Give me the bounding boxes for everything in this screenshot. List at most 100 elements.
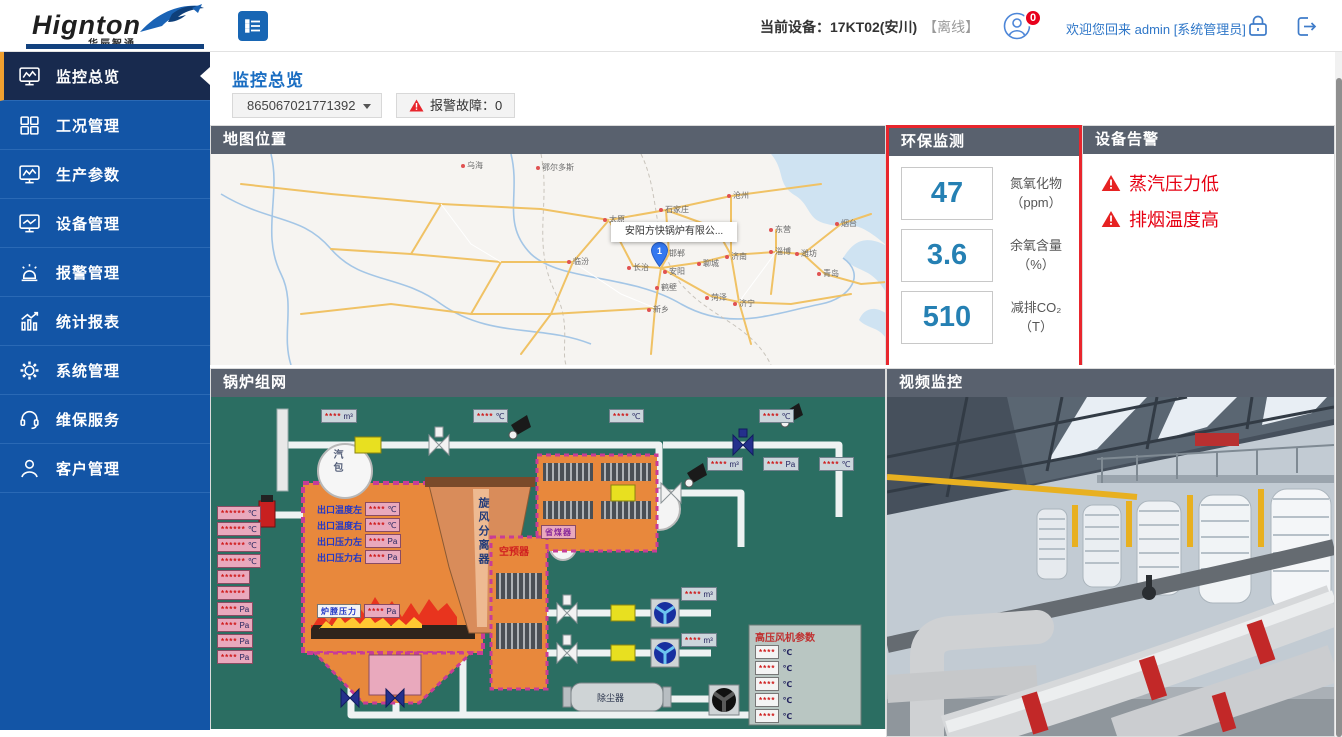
map-marker-tooltip[interactable]: 安阳方快锅炉有限公... [611, 222, 737, 242]
alarm-siren-icon [18, 261, 41, 284]
lock-button[interactable] [1244, 13, 1272, 41]
sidebar-item-label: 工况管理 [56, 115, 120, 136]
map-city: 淄博 [769, 246, 791, 257]
boiler-cyclone-label: 旋风分离器 [475, 497, 491, 567]
boiler-scada-diagram[interactable]: 汽包 旋风分离器 省煤器 空预器 除尘器 ****m³ ****℃ ****℃ … [211, 397, 885, 729]
toolbar: 865067021771392 报警故障：0 [232, 93, 515, 118]
gear-icon [18, 359, 41, 382]
city-dot-icon [769, 228, 773, 232]
metric-co2: 510 减排CO₂（T） [901, 291, 1071, 344]
map-panel: 地图位置 [210, 125, 886, 365]
alarm-fault-badge[interactable]: 报警故障：0 [396, 93, 515, 118]
alert-text: 蒸汽压力低 [1129, 170, 1219, 196]
notification-area[interactable]: 0 [1002, 11, 1050, 41]
metric-value: 510 [901, 291, 993, 344]
city-dot-icon [795, 252, 799, 256]
map-city: 沧州 [727, 190, 749, 201]
sidebar-item-monitor-overview[interactable]: 监控总览 [0, 52, 210, 101]
sidebar-item-label: 监控总览 [56, 66, 120, 87]
user-role: [系统管理员] [1174, 22, 1246, 37]
boiler-instrument-chip: ****℃ [759, 409, 794, 423]
metric-label: 余氧含量（%） [1001, 236, 1071, 274]
boiler-instrument-chip: ****m³ [681, 587, 717, 601]
environment-metrics: 47 氮氧化物（ppm） 3.6 余氧含量（%） 510 减排CO₂（T） [889, 156, 1079, 390]
warning-triangle-icon [1101, 174, 1121, 192]
app-window: Hignton 华辰智通 当前设备：17KT02(安川)【离线】 0 [0, 0, 1342, 737]
device-select-value: 865067021771392 [247, 98, 355, 113]
notification-count-badge: 0 [1024, 9, 1042, 27]
current-device-info: 当前设备：17KT02(安川)【离线】 [760, 17, 979, 37]
brand-logo: Hignton 华辰智通 [26, 2, 208, 49]
sidebar-toggle-button[interactable] [238, 11, 268, 41]
city-dot-icon [659, 208, 663, 212]
map-city: 济宁 [733, 298, 755, 309]
map-pin-icon: 1 [651, 242, 668, 267]
metric-value: 3.6 [901, 229, 993, 282]
sidebar-item-label: 系统管理 [56, 360, 120, 381]
alert-text: 排烟温度高 [1129, 206, 1219, 232]
sidebar-item-production-params[interactable]: 生产参数 [0, 150, 210, 199]
svg-text:1: 1 [657, 246, 662, 256]
sidebar-item-condition-management[interactable]: 工况管理 [0, 101, 210, 150]
map-panel-title: 地图位置 [211, 126, 885, 154]
username[interactable]: admin [1135, 22, 1170, 37]
map-city: 聊城 [697, 258, 719, 269]
map-canvas[interactable]: 乌海 鄂尔多斯 太原 临汾 长治 石家庄 沧州 德州 济南 聊城 邯郸 安阳 鹤… [211, 154, 885, 365]
city-dot-icon [647, 308, 651, 312]
current-device-label: 当前设备：17KT02(安川) [760, 19, 917, 35]
hamburger-list-icon [244, 17, 262, 35]
city-dot-icon [697, 262, 701, 266]
top-bar: Hignton 华辰智通 当前设备：17KT02(安川)【离线】 0 [0, 0, 1342, 52]
boiler-instrument-chip: ****m³ [707, 457, 743, 471]
sidebar-item-label: 生产参数 [56, 164, 120, 185]
map-city: 东营 [769, 224, 791, 235]
welcome-text: 欢迎您回来 admin [系统管理员] [1066, 19, 1246, 38]
alarm-fault-text: 报警故障：0 [430, 94, 502, 117]
scrollbar-thumb[interactable] [1336, 78, 1342, 737]
boiler-instrument-chip: ****℃ [609, 409, 644, 423]
city-dot-icon [705, 296, 709, 300]
city-dot-icon [733, 302, 737, 306]
boiler-fan-parameter-panel: 高压风机参数 ****℃ ****℃ ****℃ ****℃ ****℃ [755, 629, 857, 724]
grid-icon [18, 114, 41, 137]
city-dot-icon [627, 266, 631, 270]
sidebar-item-customer-management[interactable]: 客户管理 [0, 444, 210, 493]
vertical-scrollbar[interactable] [1335, 52, 1342, 737]
page-title: 监控总览 [232, 66, 304, 91]
welcome-label: 欢迎您回来 [1066, 22, 1131, 37]
map-pin[interactable]: 1 [651, 242, 668, 272]
city-dot-icon [567, 260, 571, 264]
bar-chart-icon [18, 310, 41, 333]
map-city: 乌海 [461, 160, 483, 171]
map-city: 临汾 [567, 256, 589, 267]
alert-item[interactable]: 蒸汽压力低 [1101, 170, 1219, 196]
boiler-economizer-label: 省煤器 [541, 525, 576, 539]
boiler-drum-label: 汽包 [329, 449, 361, 478]
boiler-furnace-readouts: 出口温度左****℃ 出口温度右****℃ 出口压力左****Pa 出口压力右*… [317, 501, 401, 565]
boiler-dust-collector-label: 除尘器 [597, 691, 624, 704]
sidebar-item-label: 统计报表 [56, 311, 120, 332]
headset-icon [18, 408, 41, 431]
chevron-down-icon [363, 104, 371, 109]
sidebar-item-statistics-report[interactable]: 统计报表 [0, 297, 210, 346]
sidebar-item-device-management[interactable]: 设备管理 [0, 199, 210, 248]
sidebar-item-system-management[interactable]: 系统管理 [0, 346, 210, 395]
logo-swoosh-icon [132, 2, 206, 36]
warning-triangle-icon [1101, 210, 1121, 228]
alert-item[interactable]: 排烟温度高 [1101, 206, 1219, 232]
boiler-network-panel: 锅炉组网 [210, 368, 886, 729]
monitor-chart-icon [18, 163, 41, 186]
boiler-instrument-chip: ****℃ [819, 457, 854, 471]
device-select[interactable]: 865067021771392 [232, 93, 382, 118]
video-feed[interactable] [887, 397, 1334, 736]
city-dot-icon [603, 218, 607, 222]
logout-icon [1293, 13, 1320, 40]
factory-photo-graphics [887, 397, 1334, 736]
monitor-chart-icon [18, 65, 41, 88]
main-content: 监控总览 865067021771392 报警故障：0 地图位置 [210, 52, 1335, 737]
map-city: 长治 [627, 262, 649, 273]
logout-button[interactable] [1292, 13, 1320, 41]
sidebar-item-maintenance-service[interactable]: 维保服务 [0, 395, 210, 444]
sidebar-item-alarm-management[interactable]: 报警管理 [0, 248, 210, 297]
user-icon [18, 457, 41, 480]
